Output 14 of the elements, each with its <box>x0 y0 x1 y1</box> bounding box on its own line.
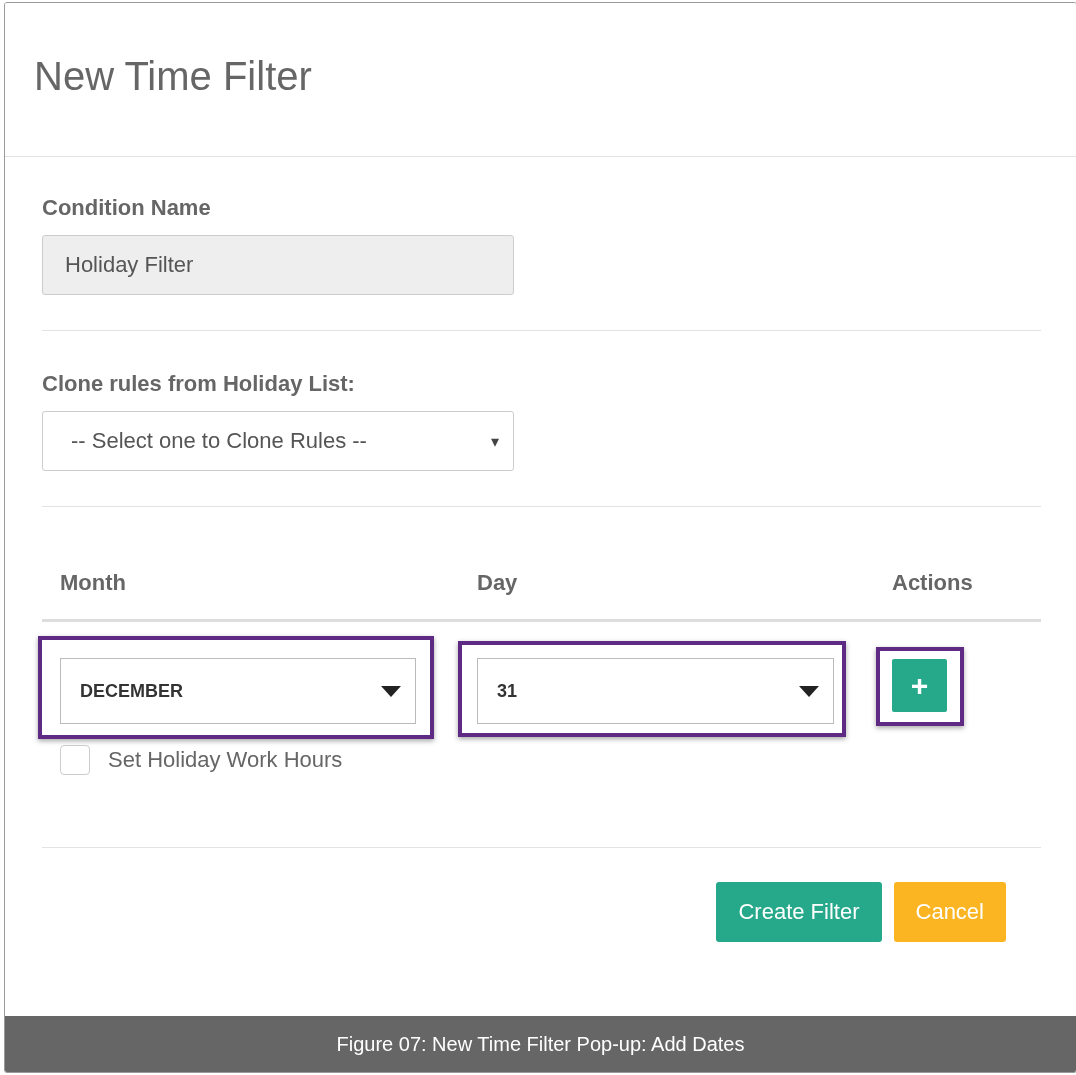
dialog-title: New Time Filter <box>34 54 312 100</box>
column-header: Month <box>59 570 127 596</box>
field-label: Clone rules from Holiday List: <box>42 371 356 397</box>
caret-icon <box>799 685 819 697</box>
checkbox[interactable] <box>60 745 90 775</box>
day-dropdown[interactable]: 31 <box>477 658 834 724</box>
column-header: Day <box>476 570 519 596</box>
figure-caption: Figure 07: New Time Filter Pop-up: Add Dates <box>5 1016 1076 1072</box>
caret-icon <box>381 685 401 697</box>
month-dropdown[interactable]: DECEMBER <box>60 658 416 724</box>
clone-rules-dropdown[interactable]: -- Select one to Clone Rules -- ▾ <box>42 411 514 471</box>
checkbox-label: Set Holiday Work Hours <box>108 747 343 773</box>
field-label: Condition Name <box>42 195 212 221</box>
column-header: Actions <box>891 570 973 596</box>
